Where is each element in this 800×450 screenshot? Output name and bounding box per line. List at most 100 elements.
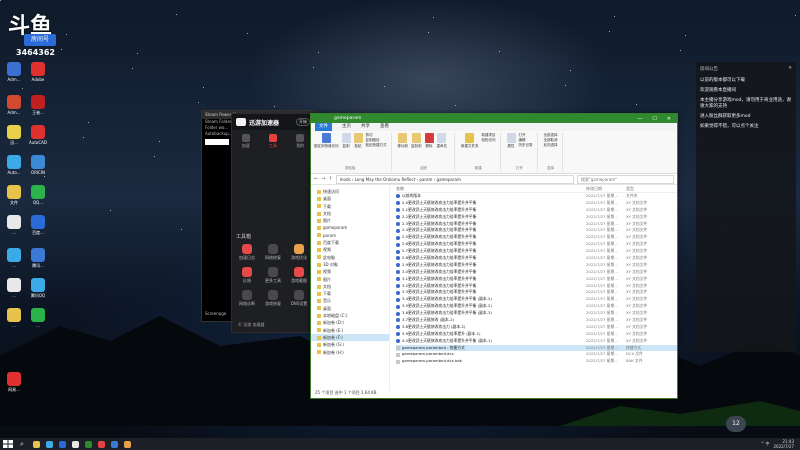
ribbon-button[interactable]: 复制到 <box>411 133 422 149</box>
file-row[interactable]: 4.0更改武士天赋修改攻击力倍率提升并平衡 (副本-1) 2022/7/27 星期… <box>396 338 677 345</box>
column-type[interactable]: 类型 <box>626 185 656 192</box>
ribbon-button[interactable]: 属性 <box>506 133 516 149</box>
file-row[interactable]: 2.1更改武士天赋修改攻击力倍率提升并平衡 2022/7/27 星期... XY 文… <box>396 207 677 214</box>
file-row[interactable]: 3.6更改武士天赋修改攻击力倍率提升并平衡 (副本-3) 2022/7/27 星期… <box>396 310 677 317</box>
desktop-icon[interactable]: ... <box>2 215 26 235</box>
file-row[interactable]: 3.2更改武士天赋修改攻击力倍率提升并平衡 2022/7/27 星期... XY 文… <box>396 283 677 290</box>
up-arrow-icon[interactable]: ↑ <box>328 176 332 182</box>
desktop-icon[interactable]: ... <box>26 308 50 328</box>
file-row[interactable]: 3.1更改武士天赋修改攻击力倍率提升并平衡 2022/7/27 星期... XY 文… <box>396 276 677 283</box>
nav-item[interactable]: 快速访问 <box>311 188 389 195</box>
file-row[interactable]: gameparam.parambnd - 快捷方式 2022/7/27 星期...… <box>396 344 677 352</box>
app-start-button[interactable]: 开始 <box>296 118 310 126</box>
desktop-icon[interactable]: ORICIN <box>26 155 50 175</box>
tool-item[interactable]: 网络诊断 <box>234 290 260 307</box>
ribbon-button[interactable]: 删除 <box>424 133 434 149</box>
nav-item[interactable]: 新加卷 (E:) <box>311 327 389 334</box>
tray-icons[interactable]: ^ 中 <box>761 441 770 447</box>
desktop-icon[interactable]: 王者... <box>26 95 50 116</box>
clock[interactable]: 21:43 2022/7/27 <box>773 439 794 449</box>
file-row[interactable]: 3.4更改武士天赋修改攻击力倍率提升并平衡 (副本-2) 2022/7/27 星期… <box>396 296 677 303</box>
desktop-icon[interactable]: ... <box>2 248 26 268</box>
close-icon[interactable]: ✕ <box>788 66 792 72</box>
file-row[interactable]: 3.3更改武士天赋修改攻击力倍率提升并平衡 2022/7/27 星期... XY 文… <box>396 289 677 296</box>
file-row[interactable]: 2.8更改武士天赋修改攻击力倍率提升并平衡 2022/7/27 星期... XY 文… <box>396 255 677 262</box>
desktop-icon[interactable]: 文件 <box>2 185 26 206</box>
nav-item[interactable]: 文档 <box>311 210 389 217</box>
tool-item[interactable]: 更多工具 <box>260 267 286 284</box>
file-row[interactable]: 2.3更改武士天赋修改攻击力倍率提升并平衡 2022/7/27 星期... XY 文… <box>396 221 677 228</box>
tab-home[interactable]: 主页 <box>342 123 351 131</box>
column-name[interactable]: 名称 <box>396 185 586 192</box>
desktop-icon[interactable]: 腾讯... <box>26 248 50 269</box>
nav-item[interactable]: 新加卷 (G:) <box>311 341 389 348</box>
tool-item[interactable]: DNS设置 <box>286 290 312 307</box>
ribbon-button[interactable]: 复制 <box>341 133 351 149</box>
desktop-icon[interactable]: 网易... <box>2 372 26 393</box>
desktop-icon[interactable]: Adm... <box>2 62 26 82</box>
file-row[interactable]: 2.7更改武士天赋修改攻击力倍率提升并平衡 2022/7/27 星期... XY 文… <box>396 248 677 255</box>
desktop-icon[interactable]: AutoCAD <box>26 125 50 145</box>
nav-item[interactable]: 新加卷 (D:) <box>311 319 389 326</box>
nav-item[interactable]: 图片 <box>311 217 389 224</box>
file-row[interactable]: gameparam.parambnd.dcx.bak 2022/7/27 星期..… <box>396 358 677 365</box>
ribbon-small-button[interactable]: 粘贴快捷方式 <box>366 143 387 148</box>
nav-item[interactable]: 百度下载 <box>311 239 389 246</box>
file-row[interactable]: 以前的版本 2022/7/27 星期... 文件夹 <box>396 193 677 200</box>
file-row[interactable]: 2.9更改武士天赋修改攻击力倍率提升并平衡 2022/7/27 星期... XY 文… <box>396 262 677 269</box>
forward-arrow-icon[interactable]: → <box>321 176 325 182</box>
nav-item[interactable]: 文档 <box>311 283 389 290</box>
desktop-icon[interactable]: 百度... <box>26 215 50 236</box>
notification-bubble[interactable]: 12 <box>726 416 746 432</box>
file-row[interactable]: 3.0更改武士天赋修改攻击力倍率提升并平衡 2022/7/27 星期... XY 文… <box>396 269 677 276</box>
column-date[interactable]: 修改日期 <box>586 185 626 192</box>
ribbon-button[interactable]: 重命名 <box>437 133 447 149</box>
ribbon-small-button[interactable]: 轻松访问 <box>482 138 496 143</box>
tab-share[interactable]: 共享 <box>361 123 370 131</box>
desktop-icon[interactable]: ... <box>2 278 26 298</box>
tool-item[interactable]: 加速日志 <box>234 244 260 261</box>
nav-item[interactable]: param <box>311 232 389 239</box>
file-row[interactable]: 2.6更改武士天赋修改攻击力倍率提升并平衡 2022/7/27 星期... XY 文… <box>396 241 677 248</box>
nav-item[interactable]: 新加卷 (F:) <box>311 333 389 342</box>
file-row[interactable]: 2.5更改武士天赋修改攻击力倍率提升并平衡 2022/7/27 星期... XY 文… <box>396 234 677 241</box>
taskbar-app-icon[interactable] <box>85 440 92 448</box>
nav-item[interactable]: 下载 <box>311 290 389 297</box>
app-tab[interactable]: 我的 <box>296 134 305 149</box>
nav-item[interactable]: 桌面 <box>311 195 389 202</box>
app-tab[interactable]: 加速 <box>241 134 250 149</box>
tab-view[interactable]: 查看 <box>380 123 389 131</box>
nav-item[interactable]: gameparam <box>311 224 389 231</box>
ribbon-button[interactable]: 新建文件夹 <box>461 133 479 149</box>
desktop-icon[interactable]: 迅... <box>2 125 26 146</box>
maximize-icon[interactable]: ☐ <box>652 116 656 122</box>
nav-item[interactable]: 桌面 <box>311 305 389 312</box>
taskbar-app-icon[interactable] <box>111 440 118 448</box>
desktop-icon[interactable]: 腾讯QQ <box>26 278 50 299</box>
nav-item[interactable]: 新加卷 (H:) <box>311 349 389 356</box>
file-row[interactable]: 3.9更改武士天赋修改攻击力倍率提升 (副本-1) 2022/7/27 星期...… <box>396 331 677 338</box>
taskbar-app-icon[interactable] <box>124 440 131 448</box>
windows-start-icon[interactable] <box>3 440 13 448</box>
tool-item[interactable]: 游戏截图 <box>286 267 312 284</box>
file-row[interactable]: 3.8更改武士天赋修改攻击力 (副本-2) 2022/7/27 星期... XY 文… <box>396 324 677 331</box>
search-icon[interactable]: ⌕ <box>17 440 27 448</box>
app-tab[interactable]: 工具 <box>268 134 277 149</box>
nav-item[interactable]: 此电脑 <box>311 254 389 261</box>
tool-item[interactable]: 反馈 <box>234 267 260 284</box>
desktop-icon[interactable]: QQ... <box>26 185 50 205</box>
taskbar-app-icon[interactable] <box>46 440 53 448</box>
ribbon-small-button[interactable]: 历史记录 <box>519 143 533 148</box>
nav-item[interactable]: 本地磁盘 (C:) <box>311 312 389 319</box>
ribbon-small-button[interactable]: 反向选择 <box>544 143 558 148</box>
desktop-icon[interactable]: ... <box>2 308 26 328</box>
nav-item[interactable]: 3D 对象 <box>311 261 389 268</box>
tool-item[interactable]: 网络修复 <box>260 244 286 261</box>
file-row[interactable]: 2.0更改武士天赋修改攻击力倍率提升并平衡 2022/7/27 星期... XY 文… <box>396 200 677 207</box>
back-arrow-icon[interactable]: ← <box>314 176 318 182</box>
file-box[interactable] <box>205 139 229 145</box>
taskbar-app-icon[interactable] <box>33 440 40 448</box>
desktop-icon[interactable]: Adobe <box>26 62 50 82</box>
file-row[interactable]: 2.2更改武士天赋修改攻击力倍率提升并平衡 2022/7/27 星期... XY 文… <box>396 214 677 221</box>
ribbon-button[interactable]: 固定到快速访问 <box>314 133 339 149</box>
